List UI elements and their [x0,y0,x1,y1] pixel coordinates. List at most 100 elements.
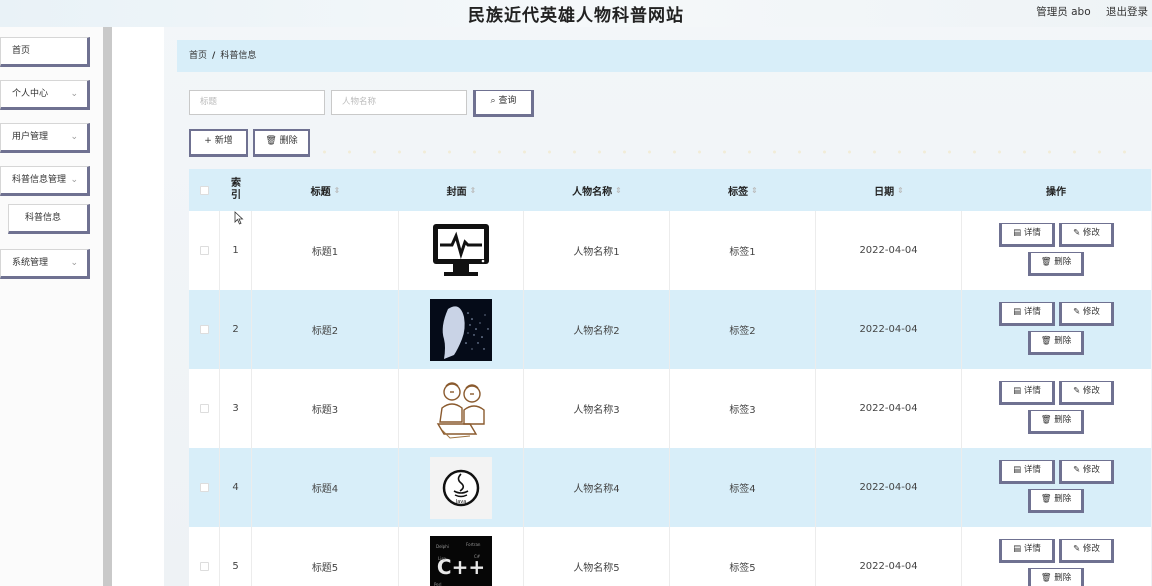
row-delete-button[interactable]: 🗑 删除 [1028,489,1084,513]
header-user-area: 管理员 abo 退出登录 [1024,4,1148,19]
logout-link[interactable]: 退出登录 [1106,6,1148,18]
detail-button[interactable]: ▤ 详情 [999,539,1055,563]
mouse-cursor-icon [234,211,244,225]
sidebar-item-info-management[interactable]: 科普信息管理 ⌄ [0,166,90,196]
row-delete-button[interactable]: 🗑 删除 [1028,252,1084,276]
column-header-date[interactable]: 日期 ⇕ [816,169,962,211]
cell-tag: 标签5 [670,527,816,586]
cell-tag: 标签3 [670,369,816,448]
sidebar-item-label: 系统管理 [12,258,49,268]
row-delete-button[interactable]: 🗑 删除 [1028,568,1084,586]
cell-operations: ▤ 详情 ✎ 修改 🗑 删除 [962,448,1150,527]
detail-button[interactable]: ▤ 详情 [999,460,1055,484]
svg-text:Delphi: Delphi [436,544,449,549]
site-title: 民族近代英雄人物科普网站 [468,6,684,26]
cell-cover [399,369,524,448]
breadcrumb: 首页 / 科普信息 [177,40,1152,72]
table-row: 4 标题4 Java 人物名称4 标签4 2022-04-04 ▤ 详情 ✎ 修改 🗑 删除 [189,448,1151,527]
row-checkbox[interactable] [199,404,209,413]
detail-button[interactable]: ▤ 详情 [999,302,1055,326]
row-delete-button[interactable]: 🗑 删除 [1028,410,1084,434]
edit-button[interactable]: ✎ 修改 [1059,381,1114,405]
sidebar-item-system-management[interactable]: 系统管理 ⌄ [0,249,90,279]
column-header-person-name[interactable]: 人物名称 ⇕ [524,169,670,211]
trash-icon: 🗑 [1040,336,1055,346]
particle-head-image[interactable] [430,298,492,361]
add-button[interactable]: + 新增 [189,129,248,157]
sidebar-item-user-management[interactable]: 用户管理 ⌄ [0,123,90,153]
cell-title: 标题4 [252,448,399,527]
search-icon: ⌕ [490,96,496,106]
cell-person-name: 人物名称2 [524,290,670,369]
sort-icon: ⇕ [897,185,904,195]
sketch-people-laptop-image[interactable] [430,377,492,440]
row-select-cell [189,448,220,527]
sidebar: 首页 个人中心 ⌄ 用户管理 ⌄ 科普信息管理 ⌄ 科普信息 系统管理 ⌄ [0,27,112,586]
column-header-tag[interactable]: 标签 ⇕ [670,169,816,211]
title-search-input[interactable]: 标题 [189,90,325,115]
sidebar-item-label: 首页 [12,46,31,56]
edit-button[interactable]: ✎ 修改 [1059,302,1114,326]
document-icon: ▤ [1013,386,1024,396]
document-icon: ▤ [1013,465,1024,475]
decorative-dots [312,149,1147,155]
trash-icon: 🗑 [1040,415,1055,425]
chevron-down-icon: ⌄ [70,258,78,268]
row-select-cell [189,527,220,586]
table-row: 2 标题2 人物名称2 标签2 2022-04-04 ▤ 详情 ✎ 修改 🗑 删除 [189,290,1151,369]
pencil-icon: ✎ [1073,307,1083,317]
row-checkbox[interactable] [199,562,209,571]
edit-button[interactable]: ✎ 修改 [1059,460,1114,484]
sidebar-item-personal-center[interactable]: 个人中心 ⌄ [0,80,90,110]
row-delete-button[interactable]: 🗑 删除 [1028,331,1084,355]
breadcrumb-home[interactable]: 首页 [189,51,207,61]
select-all-checkbox[interactable] [200,185,209,195]
delete-button[interactable]: 🗑 删除 [253,129,310,157]
query-button[interactable]: ⌕ 查询 [473,90,534,117]
code-word-cloud-image[interactable]: C++DelphiFortranPerlAdaC#LispRuby [430,535,492,586]
cell-cover [399,290,524,369]
column-header-cover[interactable]: 封面 ⇕ [399,169,524,211]
sidebar-item-home[interactable]: 首页 [0,37,90,67]
table-body: 1 标题1 人物名称1 标签1 2022-04-04 ▤ 详情 ✎ 修改 🗑 删除 2 标题2 人物… [189,211,1151,586]
breadcrumb-current: 科普信息 [220,51,257,61]
sidebar-item-science-info[interactable]: 科普信息 [8,204,90,234]
cell-operations: ▤ 详情 ✎ 修改 🗑 删除 [962,211,1150,290]
cell-title: 标题2 [252,290,399,369]
cell-tag: 标签1 [670,211,816,290]
detail-button[interactable]: ▤ 详情 [999,381,1055,405]
cell-index: 4 [220,448,252,527]
pencil-icon: ✎ [1073,544,1083,554]
cell-date: 2022-04-04 [816,211,962,290]
cell-index: 2 [220,290,252,369]
row-checkbox[interactable] [199,483,209,492]
svg-text:C#: C# [474,554,481,559]
cell-person-name: 人物名称1 [524,211,670,290]
cell-date: 2022-04-04 [816,369,962,448]
column-header-index[interactable]: 索引 [220,169,252,211]
table-header-row: 索引 标题 ⇕ 封面 ⇕ 人物名称 ⇕ 标签 ⇕ 日期 ⇕ 操作 [189,169,1151,211]
row-checkbox[interactable] [199,246,209,255]
sidebar-scrollbar[interactable] [103,27,112,586]
java-logo-image[interactable]: Java [430,456,492,519]
cell-title: 标题1 [252,211,399,290]
table-row: 1 标题1 人物名称1 标签1 2022-04-04 ▤ 详情 ✎ 修改 🗑 删除 [189,211,1151,290]
column-header-title[interactable]: 标题 ⇕ [252,169,399,211]
top-header: 民族近代英雄人物科普网站 管理员 abo 退出登录 [0,0,1152,27]
detail-button[interactable]: ▤ 详情 [999,223,1055,247]
edit-button[interactable]: ✎ 修改 [1059,539,1114,563]
sort-icon: ⇕ [333,185,341,195]
edit-button[interactable]: ✎ 修改 [1059,223,1114,247]
cell-date: 2022-04-04 [816,448,962,527]
monitor-heartbeat-image[interactable] [430,219,492,282]
row-checkbox[interactable] [199,325,209,334]
cell-cover [399,211,524,290]
cell-cover: C++DelphiFortranPerlAdaC#LispRuby [399,527,524,586]
trash-icon: 🗑 [1040,494,1055,504]
person-name-search-input[interactable]: 人物名称 [331,90,467,115]
cell-cover: Java [399,448,524,527]
svg-text:Perl: Perl [434,582,442,586]
cell-date: 2022-04-04 [816,527,962,586]
add-button-label: + 新增 [204,136,233,146]
cell-person-name: 人物名称5 [524,527,670,586]
